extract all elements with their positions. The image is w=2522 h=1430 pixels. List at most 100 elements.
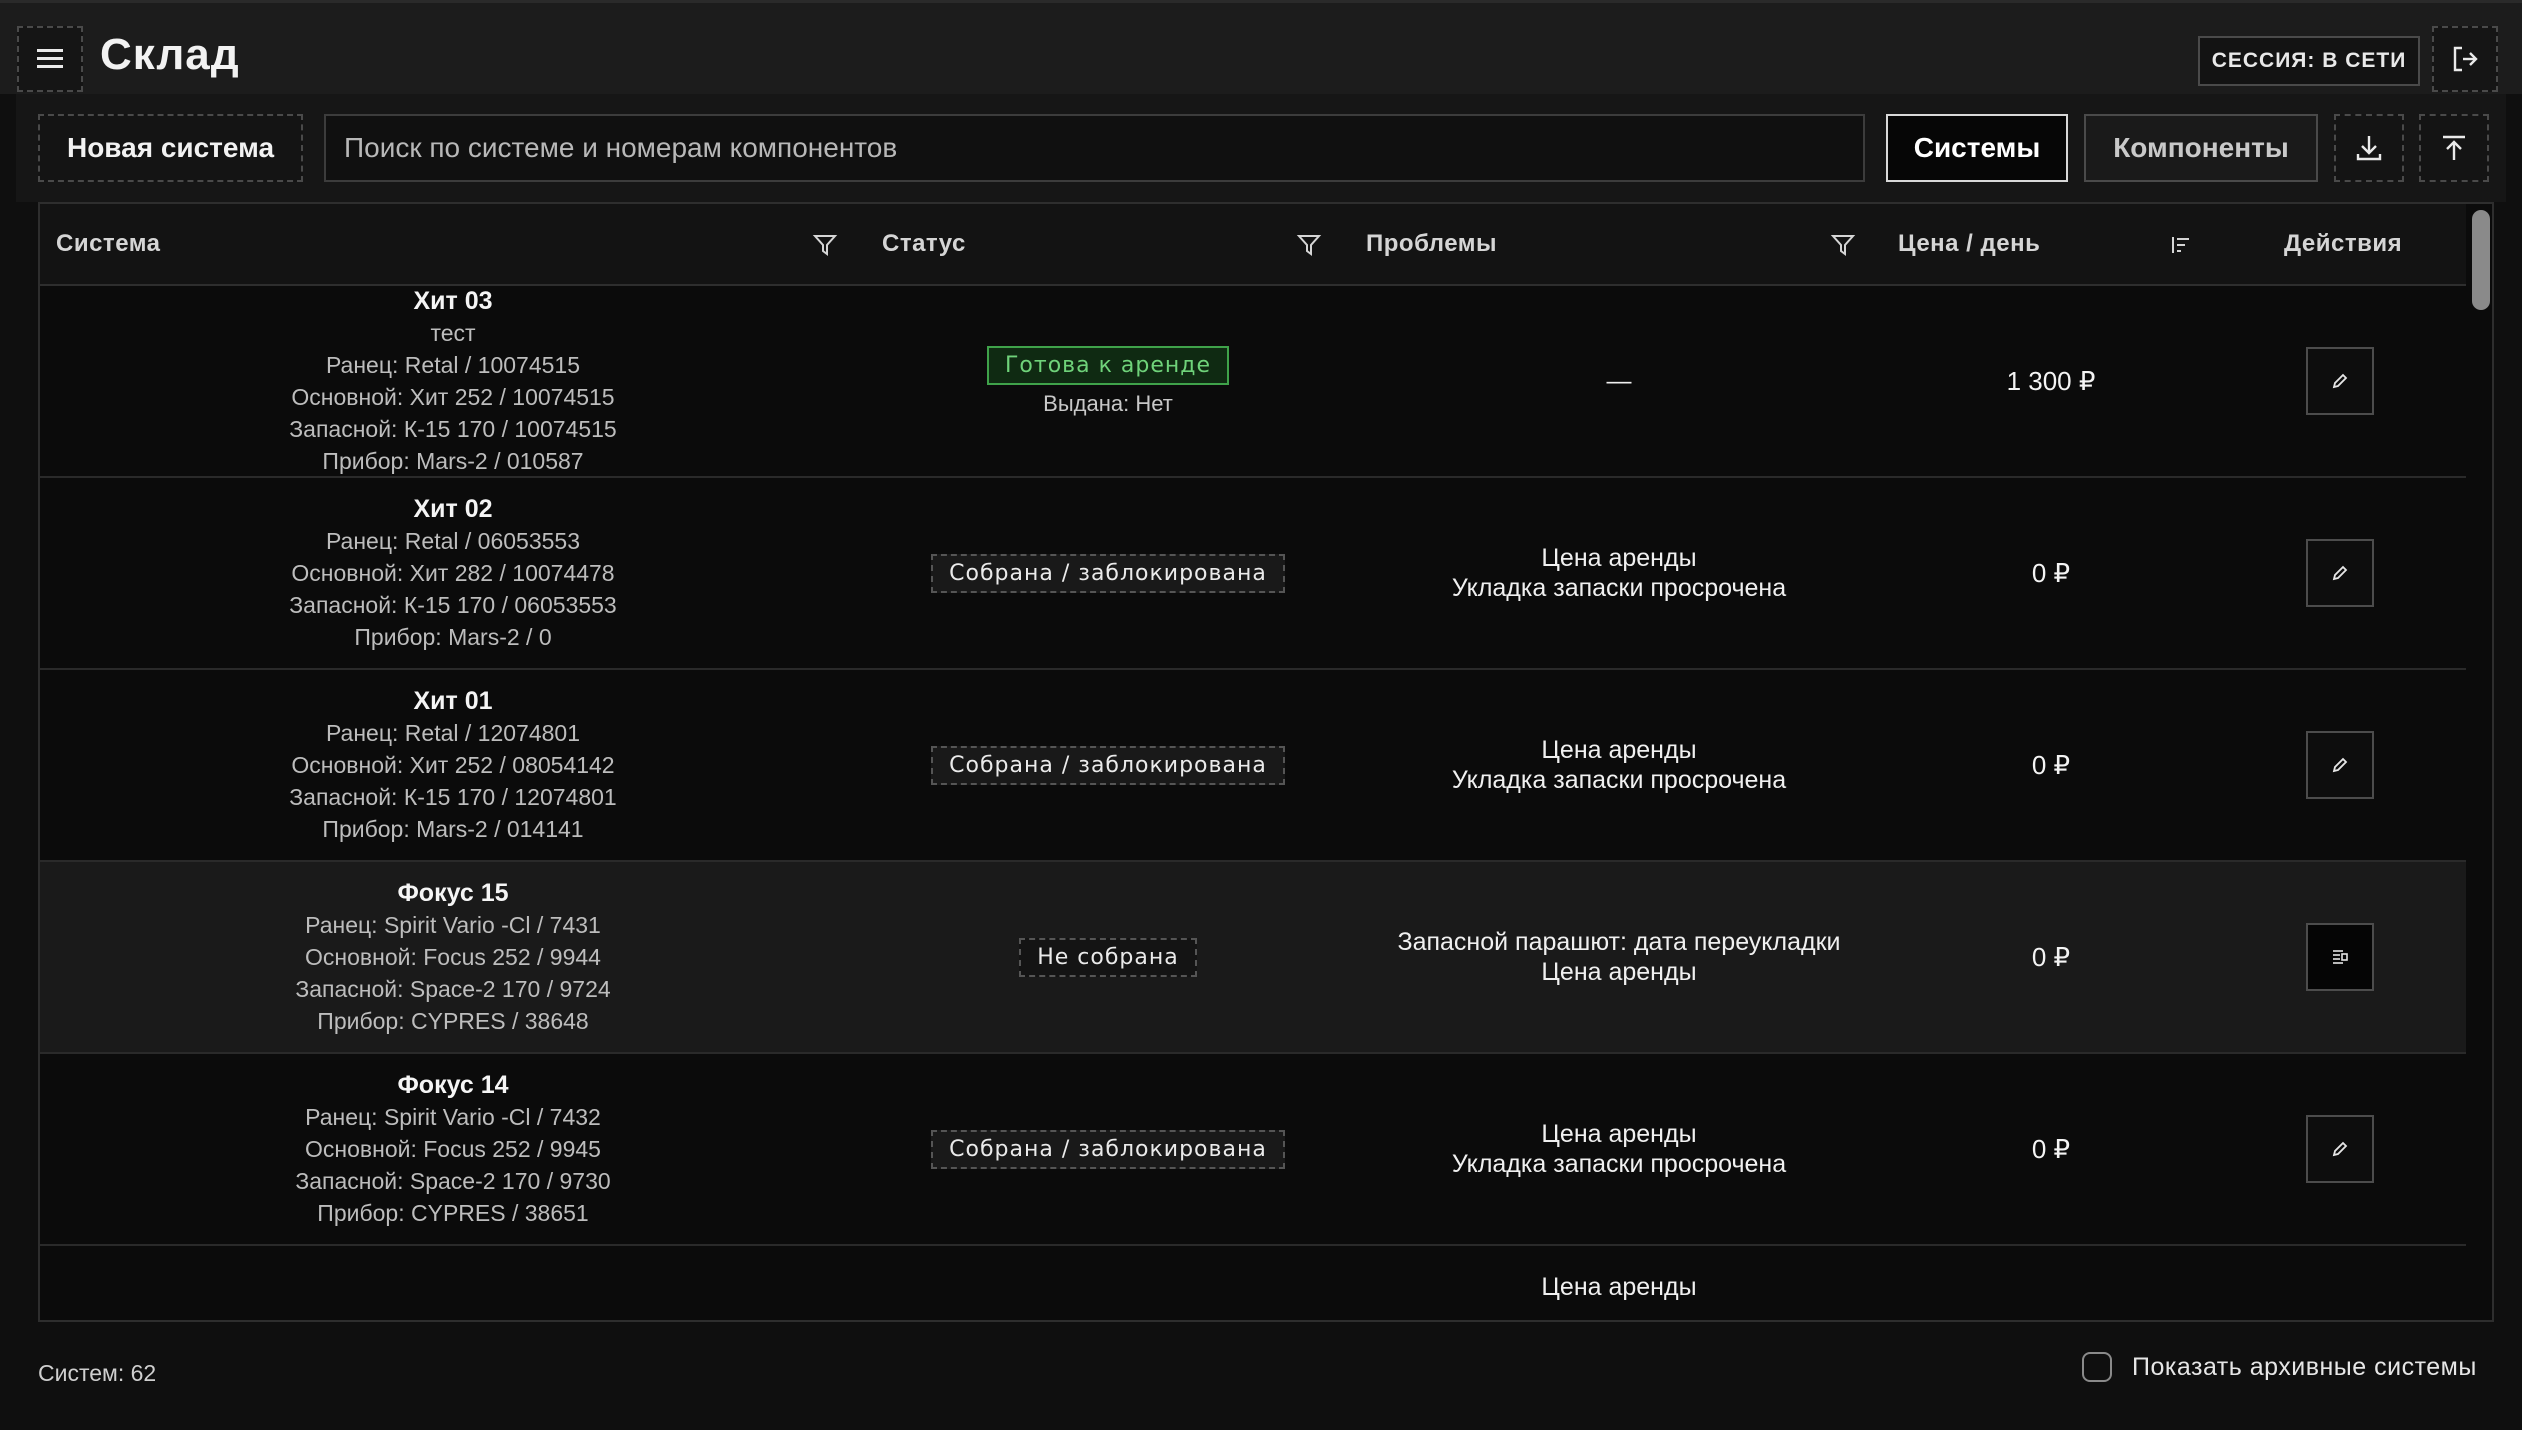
price-cell: 0 ₽: [2031, 557, 2071, 588]
assemble-button[interactable]: [2306, 923, 2374, 991]
status-cell: Не собрана: [866, 862, 1350, 1052]
table-row[interactable]: Хит 02 Ранец: Retal / 06053553 Основной:…: [40, 478, 2466, 670]
tab-components[interactable]: Компоненты: [2084, 114, 2318, 182]
tab-systems[interactable]: Системы: [1886, 114, 2068, 182]
new-system-button[interactable]: Новая система: [38, 114, 303, 182]
systems-table: Система Статус Проблемы Цена / день Дейс…: [38, 202, 2494, 1322]
component-line: Основной: Focus 252 / 9944: [305, 944, 601, 970]
status-badge: Собрана / заблокирована: [931, 745, 1285, 785]
system-cell: Фокус 14 Ранец: Spirit Vario -Cl / 7432 …: [40, 1054, 866, 1244]
edit-button[interactable]: [2306, 539, 2374, 607]
status-cell: Собрана / заблокирована: [866, 478, 1350, 668]
price-cell: 0 ₽: [2031, 1133, 2071, 1164]
table-header: Система Статус Проблемы Цена / день Дейс…: [40, 204, 2466, 286]
component-line: Прибор: Mars-2 / 0: [354, 624, 552, 650]
problem-item: Запасной парашют: дата переукладки: [1397, 928, 1841, 956]
app-root: Склад СЕССИЯ: В СЕТИ Новая система Систе…: [0, 0, 2522, 1430]
search-input[interactable]: [324, 114, 1865, 182]
price-sort-button[interactable]: [2166, 230, 2196, 260]
system-cell: Хит 02 Ранец: Retal / 06053553 Основной:…: [40, 478, 866, 668]
actions-cell: [2214, 478, 2466, 668]
status-filter-button[interactable]: [1294, 230, 1324, 260]
component-line: Запасной: К-15 170 / 12074801: [289, 784, 617, 810]
problem-item: Укладка запаски просрочена: [1451, 574, 1787, 602]
problem-item: Цена аренды: [1541, 1273, 1697, 1301]
system-name: Хит 01: [413, 687, 493, 715]
scrollbar-thumb[interactable]: [2472, 210, 2490, 310]
problem-item: Укладка запаски просрочена: [1451, 1150, 1787, 1178]
status-badge: Собрана / заблокирована: [931, 553, 1285, 593]
status-badge: Собрана / заблокирована: [931, 1129, 1285, 1169]
problem-item: Цена аренды: [1541, 958, 1697, 986]
page-title: Склад: [100, 30, 240, 79]
toolbar: Новая система Системы Компоненты: [16, 94, 2506, 202]
edit-button[interactable]: [2306, 347, 2374, 415]
table-row[interactable]: Фокус 14 Ранец: Spirit Vario -Cl / 7432 …: [40, 1054, 2466, 1246]
filter-icon: [1296, 235, 1322, 256]
component-line: Прибор: Mars-2 / 010587: [322, 448, 584, 474]
component-line: Основной: Хит 282 / 10074478: [291, 560, 615, 586]
table-scrollbar[interactable]: [2466, 204, 2492, 1320]
problem-item: Укладка запаски просрочена: [1451, 766, 1787, 794]
menu-button[interactable]: [17, 26, 83, 92]
status-badge: Готова к аренде: [987, 345, 1229, 385]
status-badge: Не собрана: [1019, 937, 1197, 977]
actions-cell: [2214, 862, 2466, 1052]
logout-button[interactable]: [2432, 26, 2498, 92]
table-row[interactable]: Хит 03 тест Ранец: Retal / 10074515 Осно…: [40, 286, 2466, 478]
system-filter-button[interactable]: [810, 230, 840, 260]
table-row[interactable]: Цена аренды: [40, 1246, 2466, 1320]
download-button[interactable]: [2334, 114, 2404, 182]
system-name: Фокус 15: [397, 879, 509, 907]
component-line: Запасной: Space-2 170 / 9730: [295, 1168, 611, 1194]
edit-icon: [2332, 565, 2348, 581]
component-line: Запасной: Space-2 170 / 9724: [295, 976, 611, 1002]
component-line: Основной: Focus 252 / 9945: [305, 1136, 601, 1162]
logout-icon: [2453, 46, 2478, 72]
session-status-badge: СЕССИЯ: В СЕТИ: [2198, 36, 2420, 86]
system-cell: Хит 03 тест Ранец: Retal / 10074515 Осно…: [40, 286, 866, 476]
system-name: Фокус 14: [397, 1071, 509, 1099]
system-cell: Хит 01 Ранец: Retal / 12074801 Основной:…: [40, 670, 866, 860]
actions-cell: [2214, 670, 2466, 860]
component-line: Ранец: Retal / 10074515: [325, 352, 580, 378]
system-note: тест: [430, 320, 476, 346]
show-archived-checkbox[interactable]: [2082, 1352, 2112, 1382]
component-line: Ранец: Retal / 06053553: [325, 528, 580, 554]
component-line: Основной: Хит 252 / 10074515: [291, 384, 615, 410]
upload-button[interactable]: [2419, 114, 2489, 182]
assemble-icon: [2333, 950, 2348, 964]
show-archived-toggle[interactable]: Показать архивные системы: [2082, 1352, 2477, 1382]
actions-cell: [2214, 286, 2466, 476]
component-line: Запасной: К-15 170 / 06053553: [289, 592, 617, 618]
edit-button[interactable]: [2306, 1115, 2374, 1183]
problem-item: Цена аренды: [1541, 736, 1697, 764]
issued-status: Выдана: Нет: [1043, 390, 1173, 416]
problem-item: Цена аренды: [1541, 544, 1697, 572]
menu-icon: [37, 49, 63, 69]
download-icon: [2356, 136, 2382, 161]
filter-icon: [812, 235, 838, 256]
table-row[interactable]: Фокус 15 Ранец: Spirit Vario -Cl / 7431 …: [40, 862, 2466, 1054]
component-line: Основной: Хит 252 / 08054142: [291, 752, 615, 778]
problems-cell: Цена аренды Укладка запаски просрочена: [1350, 1054, 1888, 1244]
problem-item: Цена аренды: [1541, 1120, 1697, 1148]
sort-icon: [2172, 237, 2189, 253]
component-line: Прибор: Mars-2 / 014141: [322, 816, 584, 842]
show-archived-label: Показать архивные системы: [2132, 1352, 2477, 1381]
system-cell: Фокус 15 Ранец: Spirit Vario -Cl / 7431 …: [40, 862, 866, 1052]
systems-count: Систем: 62: [38, 1360, 157, 1386]
problems-filter-button[interactable]: [1828, 230, 1858, 260]
price-cell: 1 300 ₽: [2006, 365, 2096, 396]
column-header-price: Цена / день: [1898, 230, 2041, 257]
component-line: Прибор: CYPRES / 38648: [317, 1008, 589, 1034]
component-line: Ранец: Retal / 12074801: [325, 720, 580, 746]
edit-icon: [2332, 373, 2348, 389]
edit-button[interactable]: [2306, 731, 2374, 799]
filter-icon: [1830, 235, 1856, 256]
component-line: Ранец: Spirit Vario -Cl / 7431: [305, 912, 601, 938]
status-cell: Собрана / заблокирована: [866, 1054, 1350, 1244]
problems-cell: Цена аренды Укладка запаски просрочена: [1350, 670, 1888, 860]
system-name: Хит 02: [413, 495, 493, 523]
table-row[interactable]: Хит 01 Ранец: Retal / 12074801 Основной:…: [40, 670, 2466, 862]
